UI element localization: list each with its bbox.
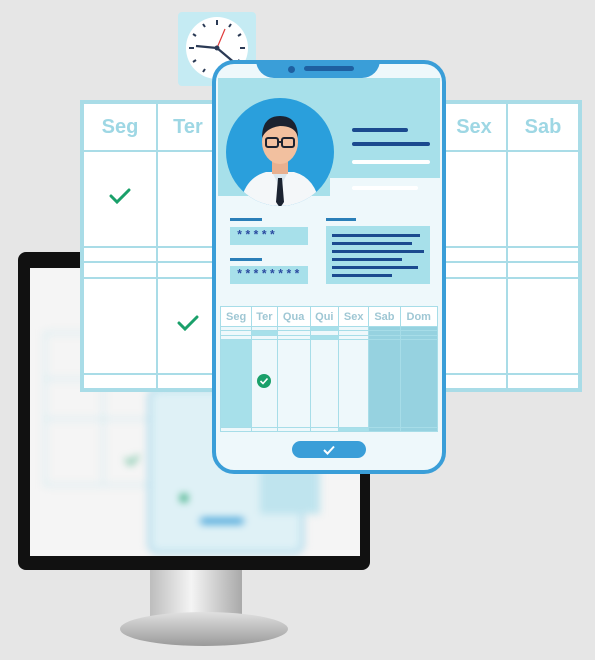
phone-cal-day-seg: Seg — [219, 306, 253, 327]
big-cal-cell — [82, 150, 158, 248]
big-cal-header-ter: Ter — [156, 102, 220, 152]
monitor-stand-base — [120, 612, 288, 646]
profile-info-line — [352, 160, 430, 164]
phone-speaker — [304, 66, 354, 71]
password-field-2[interactable]: ******** — [230, 266, 308, 284]
profile-name-line — [352, 128, 408, 132]
check-icon — [257, 373, 272, 388]
profile-title-line — [352, 142, 430, 146]
phone-cal-day-qui: Qui — [309, 306, 340, 327]
check-icon — [177, 315, 199, 332]
big-cal-header-seg: Seg — [82, 102, 158, 152]
password-field-1[interactable]: ***** — [230, 227, 308, 245]
field-label-line — [230, 258, 262, 261]
big-cal-header-sex: Sex — [440, 102, 508, 152]
phone-cal-selected-cell[interactable] — [251, 339, 278, 428]
phone-cal-day-sex: Sex — [338, 306, 370, 327]
text-block — [326, 226, 430, 284]
check-icon — [109, 188, 131, 205]
phone-camera — [288, 66, 295, 73]
check-icon — [323, 445, 335, 455]
phone-cal-day-dom: Dom — [399, 306, 438, 327]
text-label-line — [326, 218, 356, 221]
profile-info-line — [352, 186, 418, 190]
big-cal-header-sab: Sab — [506, 102, 580, 152]
confirm-button[interactable] — [292, 441, 366, 458]
doctor-avatar-icon — [226, 98, 334, 206]
big-cal-cell — [156, 276, 220, 375]
phone-calendar: Seg Ter Qua Qui Sex Sab Dom — [219, 306, 438, 433]
field-label-line — [230, 218, 262, 221]
phone-cal-day-ter: Ter — [251, 306, 278, 327]
phone-cal-day-sab: Sab — [368, 306, 401, 327]
phone-cal-day-qua: Qua — [276, 306, 311, 327]
